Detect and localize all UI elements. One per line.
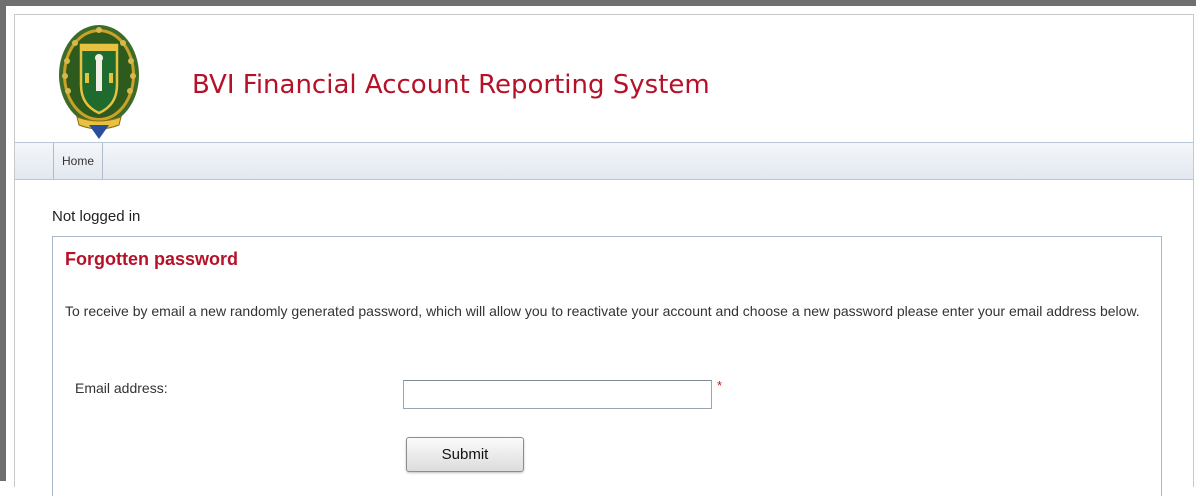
email-label: Email address: [75,380,168,396]
panel-title: Forgotten password [65,249,239,269]
main-nav: Home [15,142,1193,180]
required-indicator: * [717,378,723,393]
panel-description: To receive by email a new randomly gener… [65,303,1140,319]
login-status-text: Not logged in [52,208,141,225]
window-frame: BVI Financial Account Reporting System H… [0,0,1196,496]
site-header: BVI Financial Account Reporting System [15,15,1193,142]
email-field[interactable] [403,380,712,409]
submit-button[interactable]: Submit [406,437,524,472]
site-title: BVI Financial Account Reporting System [192,70,710,100]
bvi-coat-of-arms-icon [59,25,139,139]
page-container: BVI Financial Account Reporting System H… [14,14,1194,496]
forgotten-password-panel: Forgotten password To receive by email a… [52,236,1162,496]
nav-item-home[interactable]: Home [53,143,104,179]
